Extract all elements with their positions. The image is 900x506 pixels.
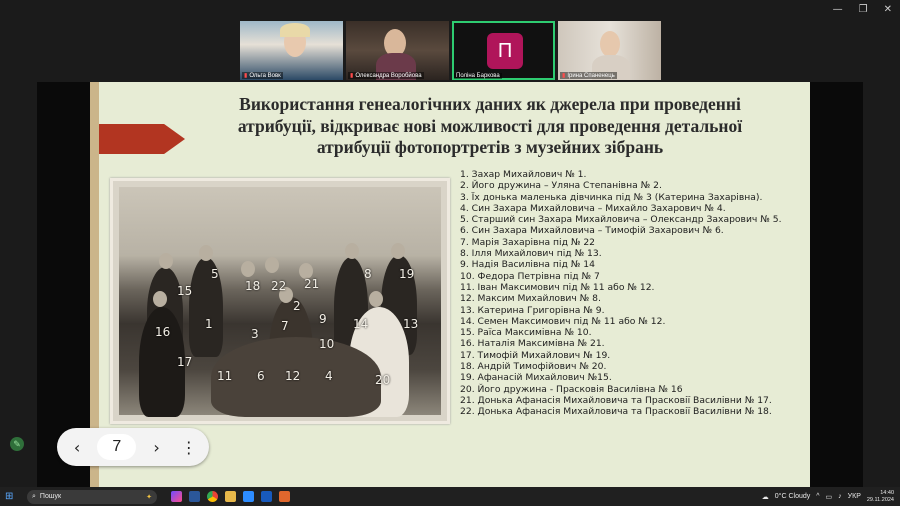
list-item: 5. Старший син Захара Михайловича – Олек…: [460, 214, 782, 226]
next-slide-button[interactable]: ›: [144, 434, 168, 460]
edge-icon[interactable]: [189, 491, 200, 502]
chrome-icon[interactable]: [207, 491, 218, 502]
photo-label: 13: [403, 317, 419, 331]
photo-label: 14: [353, 317, 369, 331]
slide-pager: ‹ 7 › ⋮: [57, 428, 209, 466]
list-item: 20. Його дружина - Прасковія Василівна №…: [460, 383, 683, 395]
taskbar-search[interactable]: ⌕ Пошук ✦: [27, 489, 157, 504]
photo-label: 6: [257, 369, 265, 383]
photo-label: 5: [211, 267, 219, 281]
list-item: 18. Андрій Тимофійович № 20.: [460, 361, 607, 373]
minimize-button[interactable]: —: [833, 4, 843, 15]
search-icon: ⌕: [32, 492, 36, 500]
photo-label: 9: [319, 312, 327, 326]
list-item: 11. Іван Максимович під № 11 або № 12.: [460, 281, 655, 293]
copilot-icon[interactable]: [171, 491, 182, 502]
list-item: 4. Син Захара Михайловича – Михайло Заха…: [460, 202, 726, 214]
list-item: 9. Надія Василівна під № 14: [460, 259, 595, 271]
participant-name: ▮ Ольга Вовк: [242, 72, 283, 79]
slide-title: Використання генеалогічних даних як джер…: [237, 94, 743, 157]
photo-label: 22: [271, 279, 287, 293]
list-item: 21. Донька Афанасія Михайловича та Праск…: [460, 394, 772, 406]
pen-icon[interactable]: ✎: [10, 437, 24, 451]
more-options-button[interactable]: ⋮: [177, 434, 201, 460]
mic-muted-icon: ▮: [350, 73, 354, 79]
photo-label: 11: [217, 369, 233, 383]
clock[interactable]: 14:40 29.11.2024: [867, 490, 894, 504]
red-arrow-decoration: [90, 124, 185, 154]
slide-number-input[interactable]: 7: [97, 434, 137, 460]
powerpoint-icon[interactable]: [279, 491, 290, 502]
language-indicator[interactable]: УКР: [848, 493, 861, 500]
photo-label: 7: [281, 319, 289, 333]
list-item: 2. Його дружина – Уляна Степанівна № 2.: [460, 180, 662, 192]
search-placeholder: Пошук: [39, 493, 62, 500]
windows-start-icon[interactable]: ⊞: [5, 491, 23, 502]
window-controls: — ❐ ✕: [833, 4, 892, 15]
list-item: 1. Захар Михайлович № 1.: [460, 169, 587, 180]
taskbar-apps: [171, 491, 290, 502]
photo-label: 21: [304, 277, 320, 291]
weather-text: 0°C Cloudy: [774, 493, 811, 500]
presentation-slide: Використання генеалогічних даних як джер…: [90, 82, 810, 488]
photo-label: 12: [285, 369, 301, 383]
tray-overflow-icon[interactable]: ^: [816, 493, 819, 500]
word-icon[interactable]: [261, 491, 272, 502]
photo-label: 16: [155, 325, 171, 339]
list-item: 8. Ілля Михайлович під № 13.: [460, 248, 602, 260]
sparkle-icon: ✦: [146, 493, 152, 501]
list-item: 12. Максим Михайлович № 8.: [460, 293, 601, 305]
participant-name: ▮ Ірина Спаненець: [560, 72, 617, 79]
photo-label: 1: [205, 317, 213, 331]
photo-label: 19: [399, 267, 415, 281]
list-item: 7. Марія Захарівна під № 22: [460, 236, 596, 248]
list-item: 22. Донька Афанасія Михайловича та Праск…: [460, 406, 772, 418]
taskbar: ⊞ ⌕ Пошук ✦ ☁ 0°C Cloudy ^ ▭ ♪ УКР 14:40…: [0, 487, 900, 506]
photo-image: 5 18 22 21 8 19 15 16 1 3 7 9 10 14 13 1…: [119, 187, 441, 417]
photo-label: 15: [177, 284, 193, 298]
list-item: 3. Їх донька маленька дівчинка під № 3 (…: [460, 191, 763, 203]
family-members-list: 1. Захар Михайлович № 1. 2. Його дружина…: [460, 169, 805, 418]
participant-tile-active[interactable]: П Поліна Баркова: [452, 21, 555, 80]
photo-label: 18: [245, 279, 261, 293]
family-photo: 5 18 22 21 8 19 15 16 1 3 7 9 10 14 13 1…: [110, 178, 450, 424]
weather-icon: ☁: [761, 493, 769, 501]
photo-label: 17: [177, 355, 193, 369]
list-item: 10. Федора Петрівна під № 7: [460, 270, 600, 282]
file-explorer-icon[interactable]: [225, 491, 236, 502]
prev-slide-button[interactable]: ‹: [65, 434, 89, 460]
participant-name: ▮ Олександра Воробйова: [348, 72, 424, 79]
list-item: 19. Афанасій Михайлович №15.: [460, 372, 612, 384]
participant-tile[interactable]: ▮ Ольга Вовк: [240, 21, 343, 80]
photo-label: 20: [375, 373, 391, 387]
system-tray: ☁ 0°C Cloudy ^ ▭ ♪ УКР 14:40 29.11.2024: [762, 490, 900, 504]
participant-tile[interactable]: ▮ Олександра Воробйова: [346, 21, 449, 80]
network-icon[interactable]: ▭: [826, 493, 833, 501]
list-item: 16. Наталія Максимівна № 21.: [460, 338, 605, 350]
volume-icon[interactable]: ♪: [838, 493, 842, 500]
photo-label: 2: [293, 299, 301, 313]
restore-button[interactable]: ❐: [859, 4, 868, 15]
participant-avatar: П: [487, 33, 523, 69]
photo-label: 3: [251, 327, 259, 341]
close-button[interactable]: ✕: [884, 4, 892, 15]
zoom-icon[interactable]: [243, 491, 254, 502]
list-item: 13. Катерина Григорівна № 9.: [460, 304, 605, 316]
mic-muted-icon: ▮: [562, 73, 566, 79]
photo-label: 8: [364, 267, 372, 281]
participant-name: Поліна Баркова: [454, 73, 502, 79]
participant-tile[interactable]: ▮ Ірина Спаненець: [558, 21, 661, 80]
list-item: 6. Син Захара Михайловича – Тимофій Заха…: [460, 225, 724, 237]
photo-label: 4: [325, 369, 333, 383]
list-item: 14. Семен Максимович під № 11 або № 12.: [460, 315, 666, 327]
participants-strip: ▮ Ольга Вовк ▮ Олександра Воробйова П Полі…: [240, 21, 661, 80]
list-item: 17. Тимофій Михайлович № 19.: [460, 349, 611, 361]
mic-muted-icon: ▮: [244, 73, 248, 79]
photo-label: 10: [319, 337, 335, 351]
list-item: 15. Раїса Максимівна № 10.: [460, 327, 592, 339]
